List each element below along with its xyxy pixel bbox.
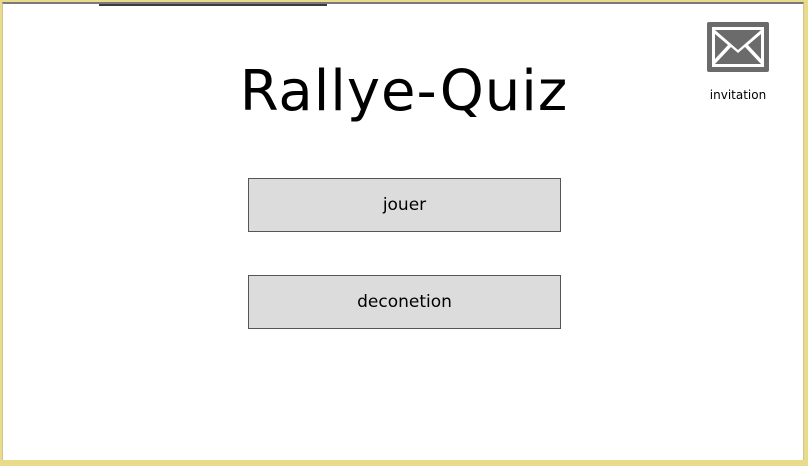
play-button[interactable]: jouer — [248, 178, 561, 232]
scrollbar-thumb[interactable] — [99, 4, 327, 6]
app-title: Rallye-Quiz — [239, 59, 569, 124]
invitation-label: invitation — [709, 88, 767, 102]
logout-button[interactable]: deconetion — [248, 275, 561, 329]
invitation-button[interactable]: invitation — [706, 22, 770, 102]
envelope-icon[interactable] — [707, 22, 769, 72]
